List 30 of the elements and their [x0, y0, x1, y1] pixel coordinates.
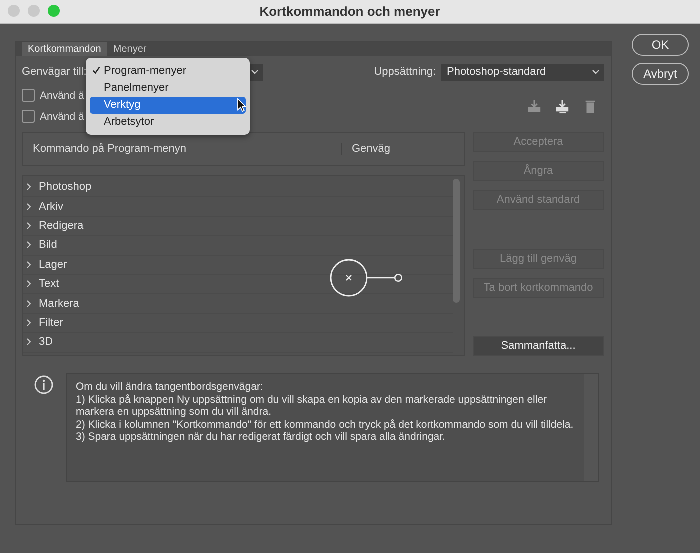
tree-item[interactable]: Lager [23, 256, 453, 275]
set-select[interactable]: Photoshop-standard [441, 64, 604, 80]
shortcuts-label: Genvägar till: [22, 66, 87, 78]
tree-item[interactable]: Filter [23, 314, 453, 334]
menu-item[interactable]: Arbetsytor [90, 114, 246, 131]
tree-item[interactable]: Photoshop [23, 178, 453, 198]
info-text: 1) Klicka på knappen Ny uppsättning om du vill skapa en kopia av den markerade uppsättningen eller markera en uppsättning som du vill ändra. [76, 394, 548, 418]
menu-item[interactable]: Verktyg [90, 96, 246, 114]
tab[interactable]: Menyer [107, 42, 153, 56]
tree-item[interactable]: Bild [23, 236, 453, 256]
window-title: Kortkommandon och menyer [260, 4, 440, 19]
checkbox-label: Använd ä [40, 90, 84, 102]
column-header: Genväg [351, 143, 391, 155]
tree-item[interactable]: Text [23, 274, 453, 294]
tree-item[interactable]: Redigera [23, 216, 453, 236]
set-label: Uppsättning: [374, 66, 436, 78]
info-text: 2) Klicka i kolumnen "Kortkommando" för ett kommando och tryck på det kortkommando som du vill tilldela. [76, 418, 575, 431]
dialog-button[interactable]: OK [632, 34, 689, 56]
info-text: 3) Spara uppsättningen när du har redigerat färdigt och vill spara alla ändringar. [76, 431, 446, 444]
dialog-button[interactable]: Avbryt [632, 63, 689, 85]
tree-item[interactable]: 3D [23, 333, 453, 353]
column-header: Kommando på Program-menyn [23, 143, 342, 155]
action-button[interactable]: Sammanfatta... [473, 336, 604, 356]
tree-item[interactable]: Markera [23, 294, 453, 314]
tree-item[interactable]: Arkiv [23, 197, 453, 217]
menu-item[interactable]: Panelmenyer [90, 79, 246, 96]
menu-item[interactable]: Program-menyer [90, 62, 246, 80]
info-text: Om du vill ändra tangentbordsgenvägar: [76, 381, 264, 394]
tab[interactable]: Kortkommandon [22, 42, 108, 56]
checkbox-label: Använd ä [40, 110, 84, 122]
